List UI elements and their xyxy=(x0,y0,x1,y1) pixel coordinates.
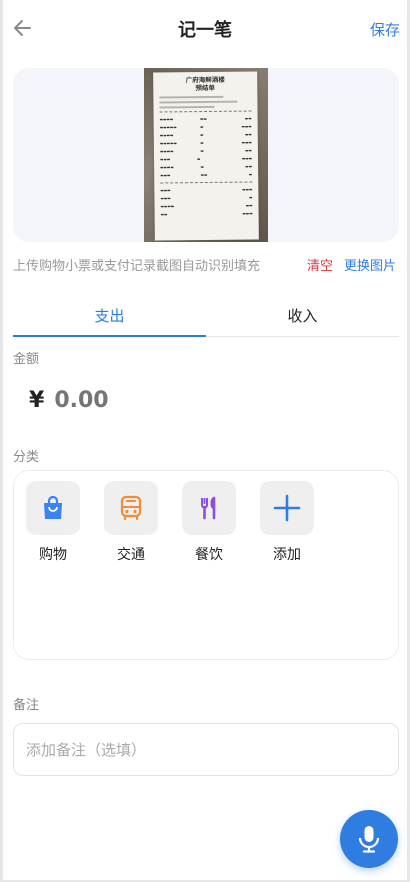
tab-active-indicator xyxy=(13,335,206,337)
receipt-paper: 广府海鲜酒楼 预结单 ▬▬▬▬ ▬▬ ▬▬ ▬▬▬▬▬ ▬ ▬▬▬ ▬▬▬▬ ▬ ▬▬ ▬▬… xyxy=(153,71,259,241)
category-dining-icon-box xyxy=(182,481,236,535)
receipt-image-card[interactable]: 广府海鲜酒楼 预结单 ▬▬▬▬ ▬▬ ▬▬ ▬▬▬▬▬ ▬ ▬▬▬ ▬▬▬▬ ▬ ▬▬ ▬▬… xyxy=(13,68,399,242)
record-entry-screen: 记一笔 保存 广府海鲜酒楼 预结单 ▬▬▬▬ ▬▬ ▬▬ ▬▬▬▬▬ ▬ ▬▬▬ ▬▬▬… xyxy=(3,0,407,880)
category-transport[interactable]: 交通 xyxy=(104,481,160,564)
header: 记一笔 保存 xyxy=(3,0,407,58)
receipt-photo: 广府海鲜酒楼 预结单 ▬▬▬▬ ▬▬ ▬▬ ▬▬▬▬▬ ▬ ▬▬▬ ▬▬▬▬ ▬ ▬▬ ▬▬… xyxy=(144,68,268,242)
receipt-doc-title: 预结单 xyxy=(195,83,216,93)
shopping-bag-icon xyxy=(44,495,62,519)
category-label: 分类 xyxy=(13,450,40,465)
upload-hint: 上传购物小票或支付记录截图自动识别填充 xyxy=(13,259,261,274)
page-title: 记一笔 xyxy=(178,20,232,41)
category-label-transport: 交通 xyxy=(117,547,145,563)
category-transport-icon-box xyxy=(104,481,158,535)
amount-row: ¥ xyxy=(29,384,205,416)
tab-income[interactable]: 收入 xyxy=(206,305,399,326)
category-add[interactable]: 添加 xyxy=(260,481,316,564)
category-panel: 购物 交通 餐饮 添加 xyxy=(13,470,399,660)
fork-knife-icon xyxy=(201,496,216,520)
category-add-icon-box xyxy=(260,481,314,535)
category-shopping[interactable]: 购物 xyxy=(26,481,82,564)
category-label-shopping: 购物 xyxy=(39,547,67,563)
bus-icon xyxy=(120,495,142,521)
note-input[interactable] xyxy=(13,723,399,776)
amount-label: 金额 xyxy=(13,352,40,367)
category-label-dining: 餐饮 xyxy=(195,547,223,563)
amount-input[interactable] xyxy=(54,387,205,413)
clear-button[interactable]: 清空 xyxy=(307,255,333,274)
category-label-add: 添加 xyxy=(273,547,301,563)
tab-expense[interactable]: 支出 xyxy=(13,305,206,326)
microphone-icon xyxy=(358,826,380,853)
currency-symbol: ¥ xyxy=(29,387,45,413)
voice-input-button[interactable] xyxy=(340,810,398,868)
note-label: 备注 xyxy=(13,698,40,713)
category-shopping-icon-box xyxy=(26,481,80,535)
replace-image-button[interactable]: 更换图片 xyxy=(344,255,396,274)
plus-icon xyxy=(273,494,301,522)
category-dining[interactable]: 餐饮 xyxy=(182,481,238,564)
type-tabs: 支出 收入 xyxy=(13,295,399,337)
save-button[interactable]: 保存 xyxy=(370,19,400,40)
